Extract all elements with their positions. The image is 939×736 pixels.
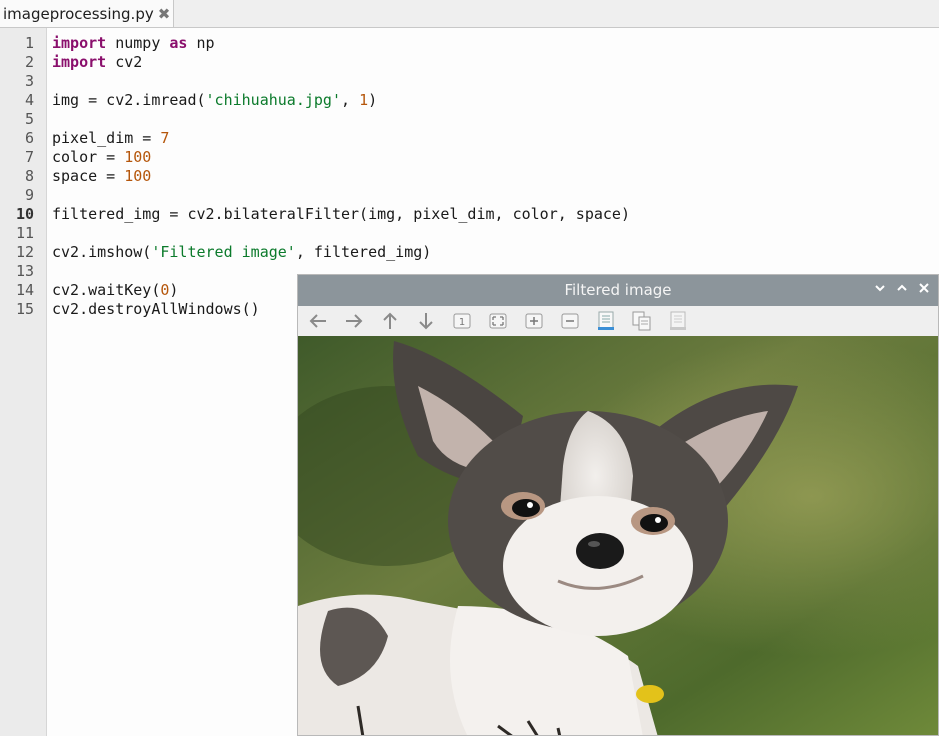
code-line[interactable]: 1 import numpy as np xyxy=(0,34,939,53)
code-line[interactable]: 4 img = cv2.imread('chihuahua.jpg', 1) xyxy=(0,91,939,110)
code-text[interactable]: import numpy as np xyxy=(52,34,215,53)
line-number: 11 xyxy=(15,224,34,242)
line-number: 3 xyxy=(24,72,34,90)
code-line[interactable]: 6 pixel_dim = 7 xyxy=(0,129,939,148)
code-text[interactable]: color = 100 xyxy=(52,148,151,167)
zoom-in-icon[interactable] xyxy=(522,310,546,332)
file-tab-label: imageprocessing.py xyxy=(3,4,154,23)
zoom-out-icon[interactable] xyxy=(558,310,582,332)
arrow-right-icon[interactable] xyxy=(342,310,366,332)
code-line[interactable]: 7 color = 100 xyxy=(0,148,939,167)
line-number: 2 xyxy=(24,53,34,71)
image-window: Filtered image 1 xyxy=(297,274,939,736)
code-text[interactable]: cv2.destroyAllWindows() xyxy=(52,300,260,319)
line-number: 10 xyxy=(15,205,34,223)
zoom-reset-icon[interactable]: 1 xyxy=(450,310,474,332)
line-number: 9 xyxy=(24,186,34,204)
line-number: 13 xyxy=(15,262,34,280)
line-number: 14 xyxy=(15,281,34,299)
chihuahua-photo xyxy=(298,336,938,735)
arrow-left-icon[interactable] xyxy=(306,310,330,332)
line-number: 8 xyxy=(24,167,34,185)
code-text[interactable]: filtered_img = cv2.bilateralFilter(img, … xyxy=(52,205,630,224)
code-text[interactable]: space = 100 xyxy=(52,167,151,186)
code-line[interactable]: 5 xyxy=(0,110,939,129)
arrow-up-icon[interactable] xyxy=(378,310,402,332)
chevron-down-icon[interactable] xyxy=(872,282,888,298)
line-number: 6 xyxy=(24,129,34,147)
tab-bar: imageprocessing.py ✖ xyxy=(0,0,939,28)
line-number: 7 xyxy=(24,148,34,166)
close-tab-icon[interactable]: ✖ xyxy=(158,5,171,23)
line-number: 15 xyxy=(15,300,34,318)
zoom-fit-icon[interactable] xyxy=(486,310,510,332)
code-text[interactable]: cv2.imshow('Filtered image', filtered_im… xyxy=(52,243,431,262)
code-text[interactable]: cv2.waitKey(0) xyxy=(52,281,178,300)
chevron-up-icon[interactable] xyxy=(894,282,910,298)
arrow-down-icon[interactable] xyxy=(414,310,438,332)
image-window-title: Filtered image xyxy=(564,281,672,299)
code-line[interactable]: 2 import cv2 xyxy=(0,53,939,72)
save-image-icon[interactable] xyxy=(594,310,618,332)
filtered-image-display[interactable] xyxy=(298,336,938,735)
code-line[interactable]: 8 space = 100 xyxy=(0,167,939,186)
line-number: 12 xyxy=(15,243,34,261)
image-window-titlebar[interactable]: Filtered image xyxy=(298,275,938,306)
code-line[interactable]: 9 xyxy=(0,186,939,205)
close-icon[interactable] xyxy=(916,282,932,298)
line-number: 1 xyxy=(24,34,34,52)
line-number: 5 xyxy=(24,110,34,128)
line-number: 4 xyxy=(24,91,34,109)
code-line[interactable]: 3 xyxy=(0,72,939,91)
code-line[interactable]: 11 xyxy=(0,224,939,243)
properties-icon[interactable] xyxy=(666,310,690,332)
copy-image-icon[interactable] xyxy=(630,310,654,332)
svg-text:1: 1 xyxy=(459,317,465,328)
file-tab[interactable]: imageprocessing.py ✖ xyxy=(0,0,174,27)
image-toolbar: 1 xyxy=(298,306,938,337)
code-text[interactable]: img = cv2.imread('chihuahua.jpg', 1) xyxy=(52,91,377,110)
code-text[interactable]: import cv2 xyxy=(52,53,142,72)
code-text[interactable]: pixel_dim = 7 xyxy=(52,129,169,148)
code-line[interactable]: 10 filtered_img = cv2.bilateralFilter(img… xyxy=(0,205,939,224)
code-line[interactable]: 12 cv2.imshow('Filtered image', filtered_… xyxy=(0,243,939,262)
